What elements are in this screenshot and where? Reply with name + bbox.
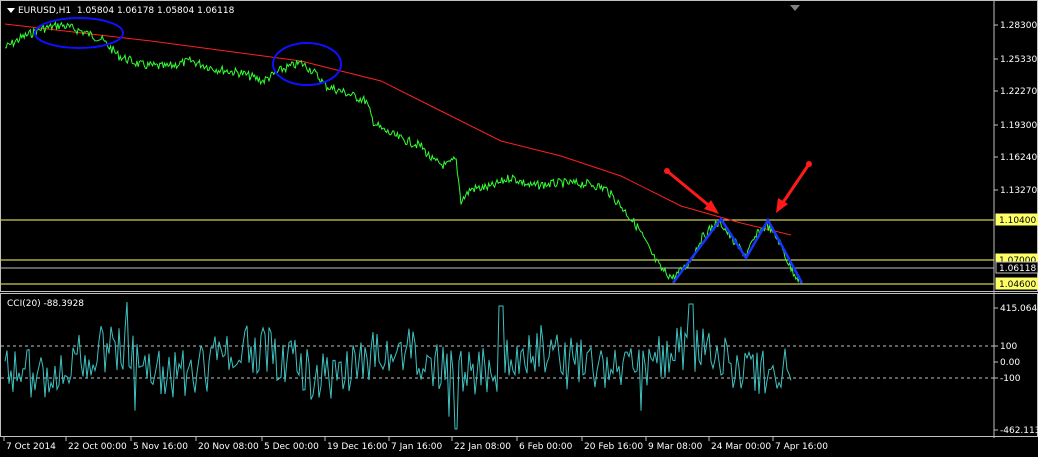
time-axis-label: 9 Mar 08:00 <box>648 442 703 452</box>
time-axis-label: 24 Mar 00:00 <box>711 442 771 452</box>
time-axis-label: 5 Nov 16:00 <box>133 442 188 452</box>
price-tick-label: 1.19300 <box>1000 121 1037 131</box>
cci-axis: 415.064 100 0.00 -100 -462.1133 <box>994 304 1038 436</box>
annotation-ellipse-2[interactable] <box>272 42 342 86</box>
moving-average-line <box>4 23 792 236</box>
red-arrow-left[interactable] <box>664 168 719 214</box>
time-axis-label: 22 Jan 08:00 <box>454 442 511 452</box>
time-axis-label: 20 Nov 08:00 <box>198 442 259 452</box>
price-chart-panel[interactable]: EURUSD,H1 1.05804 1.06178 1.05804 1.0611… <box>0 0 1038 293</box>
time-axis: 7 Oct 2014 22 Oct 00:00 5 Nov 16:00 20 Nov … <box>3 437 828 452</box>
time-axis-label: 6 Feb 00:00 <box>519 442 573 452</box>
time-axis-label: 19 Dec 16:00 <box>327 442 388 452</box>
price-tick-label: 1.13270 <box>1000 186 1037 196</box>
price-tick-label: 1.28300 <box>1000 21 1037 31</box>
cci-tick-label: -100 <box>1000 374 1021 384</box>
price-tick-label: 1.25330 <box>1000 55 1037 65</box>
price-tick-label: 1.22270 <box>1000 87 1037 97</box>
time-axis-label: 20 Feb 16:00 <box>584 442 643 452</box>
cci-tick-label: -462.1133 <box>1000 426 1038 436</box>
price-axis: 1.28300 1.25330 1.22270 1.19300 1.16240 1.132… <box>994 21 1037 196</box>
level-label: 1.06118 <box>999 264 1036 274</box>
cci-tick-label: 0.00 <box>1000 358 1020 368</box>
time-axis-label: 7 Apr 16:00 <box>775 442 828 452</box>
time-axis-label: 7 Jan 16:00 <box>391 442 443 452</box>
price-chart-svg: 1.28300 1.25330 1.22270 1.19300 1.16240 1.132… <box>1 1 1038 293</box>
red-arrow-right[interactable] <box>776 161 812 213</box>
level-label: 1.10400 <box>999 216 1036 226</box>
horizontal-levels: 1.104001.070001.061181.04600 <box>1 213 1038 290</box>
scroll-marker-icon[interactable] <box>790 5 800 11</box>
price-line <box>4 20 802 284</box>
cci-line <box>4 301 792 430</box>
cci-tick-label: 100 <box>1000 342 1017 352</box>
double-top-pattern-line[interactable] <box>672 216 804 284</box>
price-tick-label: 1.16240 <box>1000 153 1037 163</box>
level-label: 1.04600 <box>999 280 1036 290</box>
time-axis-label: 22 Oct 00:00 <box>68 442 127 452</box>
cci-chart-svg: 415.064 100 0.00 -100 -462.1133 <box>1 294 1038 438</box>
time-axis-label: 5 Dec 00:00 <box>264 442 319 452</box>
cci-indicator-panel[interactable]: CCI(20) -88.3928 415.064 100 0.00 -100 -462.… <box>0 293 1038 438</box>
time-axis-label: 7 Oct 2014 <box>6 442 56 452</box>
cci-tick-label: 415.064 <box>1000 304 1037 314</box>
